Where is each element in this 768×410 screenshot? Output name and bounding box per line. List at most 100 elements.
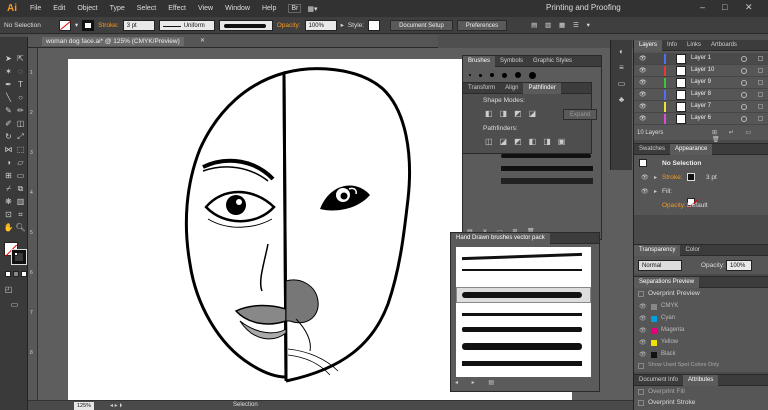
menu-effect[interactable]: Effect xyxy=(162,5,192,12)
workspace-switcher[interactable]: Printing and Proofing xyxy=(546,3,621,12)
visibility-eye-icon[interactable]: 👁︎ xyxy=(639,103,647,110)
overprint-fill-checkbox[interactable] xyxy=(638,389,644,395)
symbols-panel-icon[interactable]: ♣ xyxy=(616,94,627,105)
selection-indicator[interactable] xyxy=(758,92,763,97)
visibility-eye-icon[interactable]: 👁︎ xyxy=(639,67,647,74)
screen-mode-icon[interactable]: ▭ xyxy=(9,299,20,310)
layer-row[interactable]: 👁︎ Layer 7 xyxy=(634,101,768,113)
stroke-weight-field[interactable]: 3 pt xyxy=(122,19,155,31)
document-setup-button[interactable]: Document Setup xyxy=(390,19,453,31)
tab-transparency[interactable]: Transparency xyxy=(634,244,681,256)
close-icon[interactable]: ✕ xyxy=(745,2,753,13)
tab-brushes[interactable]: Brushes xyxy=(463,55,496,67)
stroke-attribute-swatch[interactable] xyxy=(687,173,695,181)
layer-name[interactable]: Layer 10 xyxy=(691,67,714,73)
zoom-field[interactable]: 125% xyxy=(74,402,95,410)
ink-row[interactable]: 👁︎ Cyan xyxy=(634,313,768,325)
menu-help[interactable]: Help xyxy=(256,5,282,12)
layer-row[interactable]: 👁︎ Layer 8 xyxy=(634,89,768,101)
stroke-attribute-label[interactable]: Stroke: xyxy=(662,174,683,181)
tab-info[interactable]: Info xyxy=(662,40,682,51)
document-tab[interactable]: woman dog face.ai* @ 125% (CMYK/Preview) xyxy=(42,37,184,46)
zoom-tool-icon[interactable]: 🔍︎ xyxy=(15,222,26,233)
blend-mode-select[interactable]: Normal xyxy=(638,260,682,271)
menu-select[interactable]: Select xyxy=(131,5,162,12)
menu-edit[interactable]: Edit xyxy=(47,5,71,12)
menu-window[interactable]: Window xyxy=(219,5,256,12)
scale-tool-icon[interactable]: ⤢ xyxy=(15,131,26,142)
visibility-eye-icon[interactable]: 👁︎ xyxy=(641,174,649,181)
brush-library-list[interactable] xyxy=(456,247,591,377)
layer-row[interactable]: 👁︎ Layer 1 xyxy=(634,53,768,65)
lasso-tool-icon[interactable]: ◌ xyxy=(15,66,26,77)
target-icon[interactable] xyxy=(741,104,747,110)
rotate-tool-icon[interactable]: ↻ xyxy=(3,131,14,142)
menu-type[interactable]: Type xyxy=(104,5,131,12)
selection-indicator[interactable] xyxy=(758,80,763,85)
brush-item[interactable] xyxy=(462,292,582,298)
selection-indicator[interactable] xyxy=(758,68,763,73)
brush-item[interactable] xyxy=(462,361,582,366)
ellipse-tool-icon[interactable]: ○ xyxy=(15,92,26,103)
artboard-tool-icon[interactable]: ⊡ xyxy=(3,209,14,220)
tab-transform[interactable]: Transform xyxy=(463,83,500,94)
brush-item[interactable] xyxy=(462,343,582,350)
fill-swatch[interactable] xyxy=(58,19,71,31)
ink-row[interactable]: 👁︎ CMYK xyxy=(634,301,768,313)
line-tool-icon[interactable]: ╲ xyxy=(3,92,14,103)
visibility-eye-icon[interactable]: 👁︎ xyxy=(639,79,647,86)
overprint-checkbox[interactable] xyxy=(638,291,644,297)
stroke-label[interactable]: Stroke: xyxy=(98,22,119,29)
tab-symbols[interactable]: Symbols xyxy=(495,56,528,67)
eraser-tool-icon[interactable]: ◫ xyxy=(15,118,26,129)
visibility-eye-icon[interactable]: 👁︎ xyxy=(639,303,647,310)
visibility-eye-icon[interactable]: 👁︎ xyxy=(639,91,647,98)
symbol-sprayer-tool-icon[interactable]: ❋ xyxy=(3,196,14,207)
layer-name[interactable]: Layer 8 xyxy=(691,91,711,97)
color-mode-icon[interactable] xyxy=(5,271,11,277)
tab-align[interactable]: Align xyxy=(500,83,523,94)
visibility-eye-icon[interactable]: 👁︎ xyxy=(641,188,649,195)
target-icon[interactable] xyxy=(741,56,747,62)
menu-object[interactable]: Object xyxy=(71,5,103,12)
gradient-tool-icon[interactable]: ▭ xyxy=(15,170,26,181)
visibility-eye-icon[interactable]: 👁︎ xyxy=(639,115,647,122)
brush-item[interactable] xyxy=(462,327,582,332)
tab-pathfinder[interactable]: Pathfinder xyxy=(523,82,561,94)
maximize-icon[interactable]: □ xyxy=(722,2,727,12)
layer-row[interactable]: 👁︎ Layer 10 xyxy=(634,65,768,77)
arrange-documents-icon[interactable]: ▦▾ xyxy=(301,5,323,13)
artboard-nav-icons[interactable]: ◂ ▸ ⏵ xyxy=(110,402,122,410)
minimize-icon[interactable]: – xyxy=(700,2,705,12)
target-icon[interactable] xyxy=(741,80,747,86)
shape-builder-tool-icon[interactable]: ◑ xyxy=(3,157,14,168)
slice-tool-icon[interactable]: ⌗ xyxy=(15,209,26,220)
ink-row[interactable]: 👁︎ Magenta xyxy=(634,325,768,337)
stroke-color-box[interactable] xyxy=(11,249,27,265)
type-tool-icon[interactable]: T xyxy=(15,79,26,90)
layers-panel-buttons[interactable]: ⊞ ↵ ▭ 🗑︎ xyxy=(712,129,768,143)
visibility-eye-icon[interactable]: 👁︎ xyxy=(639,55,647,62)
pencil-tool-icon[interactable]: ✏ xyxy=(15,105,26,116)
separations-title[interactable]: Separations Preview xyxy=(634,276,700,288)
layer-name[interactable]: Layer 1 xyxy=(691,55,711,61)
blob-brush-tool-icon[interactable]: ✐ xyxy=(3,118,14,129)
align-icons[interactable]: ▤ ▥ ▦ ☰ ▾ xyxy=(531,21,593,29)
layer-name[interactable]: Layer 9 xyxy=(691,79,711,85)
hand-tool-icon[interactable]: ✋ xyxy=(3,222,14,233)
visibility-eye-icon[interactable]: 👁︎ xyxy=(639,315,647,322)
pen-tool-icon[interactable]: ✒ xyxy=(3,79,14,90)
overprint-stroke-checkbox[interactable] xyxy=(638,400,644,406)
magic-wand-tool-icon[interactable]: ✶ xyxy=(3,66,14,77)
visibility-eye-icon[interactable]: 👁︎ xyxy=(639,327,647,334)
bridge-icon[interactable]: Br xyxy=(288,4,302,13)
gradient-panel-icon[interactable]: ▭ xyxy=(616,78,627,89)
eyedropper-tool-icon[interactable]: ⌿ xyxy=(3,183,14,194)
status-tool-label[interactable]: Selection xyxy=(233,402,258,408)
tab-layers[interactable]: Layers xyxy=(634,39,663,51)
tab-document-info[interactable]: Document Info xyxy=(634,375,683,386)
expand-arrow-icon[interactable]: ▸ xyxy=(654,188,657,195)
library-nav-buttons[interactable]: ◂ ▸ ▤ xyxy=(455,379,500,386)
tab-color[interactable]: Color xyxy=(680,245,704,256)
spot-colors-checkbox[interactable] xyxy=(638,363,644,369)
